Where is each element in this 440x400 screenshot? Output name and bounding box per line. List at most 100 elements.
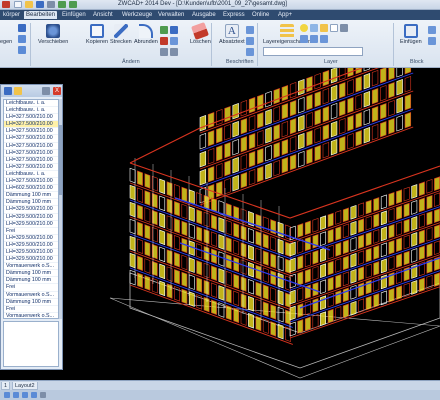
save-icon[interactable]	[36, 1, 44, 8]
fillet-button[interactable]: Abrunden	[134, 24, 158, 45]
undo-icon[interactable]	[58, 1, 66, 8]
rear-wing-window	[281, 138, 289, 156]
palette-row[interactable]: LH=327.500/210.00	[4, 135, 58, 143]
tab-express[interactable]: Express	[221, 11, 247, 19]
tab-ansicht[interactable]: Ansicht	[91, 11, 115, 19]
palette-row[interactable]: LH=329.500/210.00	[4, 249, 58, 257]
palette-row[interactable]: LH=329.500/210.00	[4, 256, 58, 264]
offset-icon[interactable]	[170, 48, 178, 56]
palette-row[interactable]: Dämmung 100 mm	[4, 277, 58, 285]
side-wing-window	[434, 224, 440, 240]
side-wing-window	[320, 295, 327, 311]
side-wing-window	[373, 261, 380, 276]
palette-quickselect-icon[interactable]	[14, 87, 22, 95]
copy-button[interactable]: Kopieren	[86, 24, 108, 45]
palette-row[interactable]: LH=327.500/210.00	[4, 143, 58, 150]
insert-button[interactable]: Einfügen	[400, 24, 422, 45]
print-icon[interactable]	[47, 1, 55, 8]
palette-row[interactable]: Vormauerwerk o.S...	[4, 313, 58, 318]
palette-select-icon[interactable]	[4, 87, 12, 95]
palette-row[interactable]: LH=329.500/210.00	[4, 235, 58, 242]
open-file-icon[interactable]	[25, 1, 33, 8]
tab-app-plus[interactable]: App+	[276, 11, 294, 19]
app-menu-icon[interactable]	[2, 1, 10, 8]
palette-row[interactable]: Leichtbauw.. i. a.	[4, 107, 58, 115]
palette-row[interactable]: LH=329.500/210.00	[4, 214, 58, 221]
front-wing-window	[203, 228, 210, 245]
palette-row[interactable]: Vormauerwerk o.S...	[4, 263, 58, 271]
tab-online[interactable]: Online	[250, 11, 271, 19]
tab-ausgabe[interactable]: Ausgabe	[190, 11, 218, 19]
tab-verwalten[interactable]: Verwalten	[156, 11, 186, 19]
tab-einfuegen[interactable]: Einfügen	[60, 11, 88, 19]
palette-row[interactable]: Dämmung 100 mm	[4, 270, 58, 278]
palette-row[interactable]: LH=329.500/210.00	[4, 242, 58, 249]
palette-row[interactable]: Frei	[4, 228, 58, 235]
move-button[interactable]: Verschieben	[38, 24, 68, 45]
palette-row[interactable]: LH=327.500/210.00	[4, 164, 58, 171]
layer-color-icon[interactable]	[330, 24, 338, 32]
palette-row[interactable]: Dämmung 100 mm	[4, 192, 58, 200]
erase-button[interactable]: Löschen	[190, 22, 211, 45]
drawing-canvas[interactable]	[0, 68, 440, 380]
layer-prev-icon[interactable]	[300, 35, 308, 43]
table-icon[interactable]	[246, 48, 254, 56]
palette-row[interactable]: Frei	[4, 306, 58, 313]
tab-koerper[interactable]: körper	[1, 11, 22, 19]
palette-row[interactable]: Leichtbauw.. i. a.	[4, 171, 58, 179]
palette-row[interactable]: Dämmung 100 mm	[4, 299, 58, 306]
layer-freeze-icon[interactable]	[310, 24, 318, 32]
palette-toggle-icon[interactable]	[42, 87, 50, 95]
grid-icon[interactable]	[13, 392, 19, 398]
dimension-icon[interactable]	[246, 26, 254, 34]
draw-circle-icon[interactable]	[18, 46, 26, 54]
trim-icon[interactable]	[160, 37, 168, 45]
snap-icon[interactable]	[4, 392, 10, 398]
palette-row[interactable]: LH=327.500/210.00	[4, 121, 58, 129]
palette-row[interactable]: LH=327.500/210.00	[4, 157, 58, 164]
palette-row[interactable]: Frei	[4, 284, 58, 292]
layer-lock-icon[interactable]	[320, 24, 328, 32]
palette-row[interactable]: LH=327.500/210.00	[4, 128, 58, 136]
bend-button[interactable]: egen	[0, 38, 12, 45]
palette-row[interactable]: LH=329.500/210.00	[4, 221, 58, 228]
layer-iso-icon[interactable]	[340, 24, 348, 32]
palette-row[interactable]: Leichtbauw.. i. a.	[4, 100, 58, 108]
redo-icon[interactable]	[69, 1, 77, 8]
leader-icon[interactable]	[246, 37, 254, 45]
draw-arc-icon[interactable]	[18, 35, 26, 43]
tab-bearbeiten[interactable]: Bearbeiten	[24, 11, 58, 19]
mirror-icon[interactable]	[170, 26, 178, 34]
polar-icon[interactable]	[31, 392, 37, 398]
ortho-icon[interactable]	[22, 392, 28, 398]
palette-scrollbar-thumb[interactable]	[59, 125, 62, 195]
draw-line-icon[interactable]	[18, 24, 26, 32]
stretch-button[interactable]: Strecken	[110, 24, 132, 45]
palette-row[interactable]: LH=327.500/210.00	[4, 150, 58, 157]
scale-icon[interactable]	[170, 37, 178, 45]
rotate-icon[interactable]	[160, 26, 168, 34]
palette-entity-list[interactable]: Leichtbauw.. i. a. Leichtbauw.. i. a. LH=3…	[3, 99, 59, 319]
palette-row[interactable]: Vormauerwerk o.S...	[4, 292, 58, 299]
edit-block-icon[interactable]	[428, 37, 436, 45]
palette-row[interactable]: Dämmung 100 mm	[4, 199, 58, 207]
palette-close-button[interactable]: X	[53, 87, 61, 95]
tab-layout1[interactable]: 1	[1, 382, 11, 390]
new-file-icon[interactable]	[14, 1, 22, 8]
layer-match-icon[interactable]	[310, 35, 318, 43]
palette-row[interactable]: LH=327.500/210.00	[4, 114, 58, 122]
palette-row[interactable]: LH=327.500/210.00	[4, 178, 58, 186]
create-block-icon[interactable]	[428, 26, 436, 34]
array-icon[interactable]	[160, 48, 168, 56]
palette-row[interactable]: LH=329.500/210.00	[4, 206, 58, 214]
palette-row[interactable]: LH=602.500/210.00	[4, 185, 58, 193]
layer-light-icon[interactable]	[300, 24, 308, 32]
mtext-button[interactable]: A Absatztext	[219, 24, 245, 45]
osnap-icon[interactable]	[40, 392, 46, 398]
layer-off-icon[interactable]	[320, 35, 328, 43]
tab-layout2[interactable]: Layout2	[12, 382, 38, 390]
layer-combobox[interactable]	[263, 47, 363, 56]
front-wing-window	[233, 290, 240, 307]
rear-wing-window	[330, 138, 338, 156]
tab-werkzeuge[interactable]: Werkzeuge	[120, 11, 154, 19]
